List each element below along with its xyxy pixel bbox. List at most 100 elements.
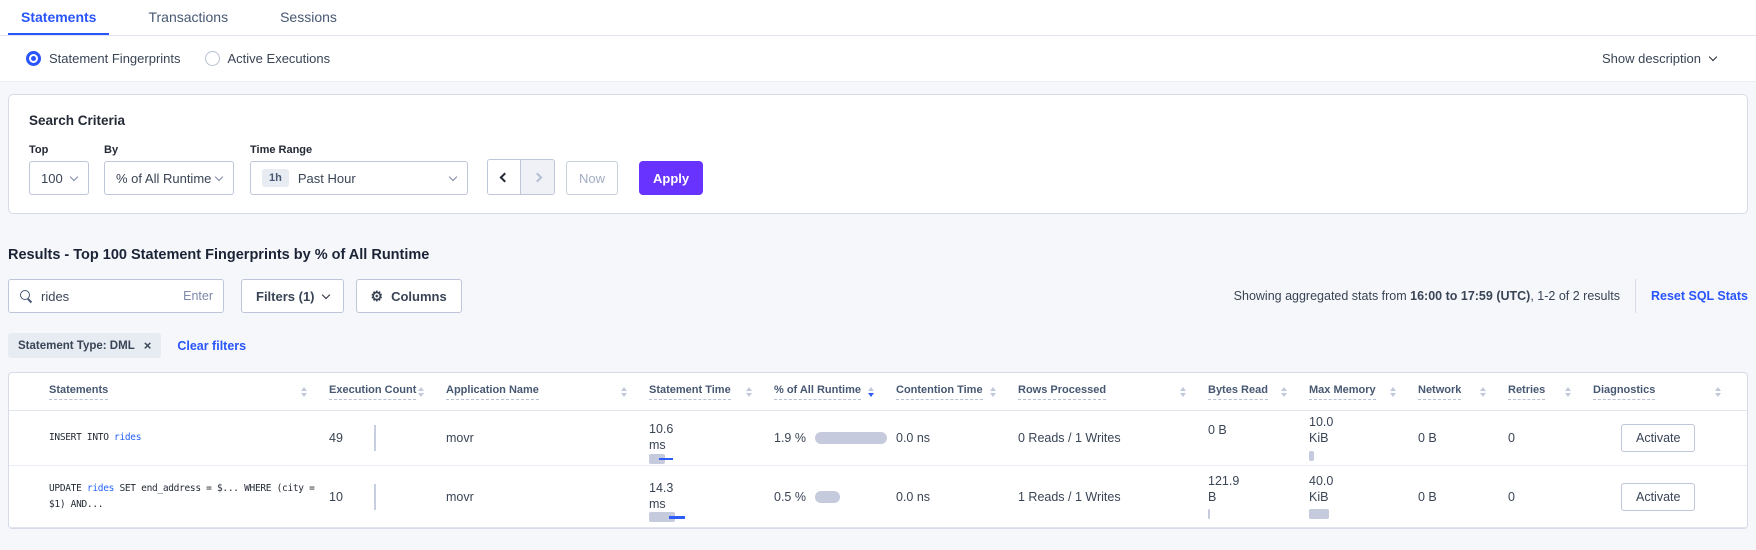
col-header-application-name[interactable]: Application Name (446, 384, 649, 400)
sort-icon[interactable] (1281, 387, 1287, 397)
statement-fingerprint[interactable]: INSERT INTO rides (49, 430, 329, 445)
execution-count-cell: 49 (329, 425, 446, 451)
apply-button[interactable]: Apply (639, 161, 703, 195)
search-criteria-controls: Top 100 By % of All Runtime Time Range (29, 144, 1727, 195)
time-range-badge: 1h (262, 169, 289, 187)
col-header-statement-time[interactable]: Statement Time (649, 384, 774, 400)
rows-processed-cell: 1 Reads / 1 Writes (1018, 490, 1208, 504)
col-header-statements[interactable]: Statements (49, 384, 329, 400)
time-nav-group (487, 159, 555, 195)
radio-selected-icon (26, 51, 41, 66)
pct-bar (815, 432, 887, 444)
results-heading: Results - Top 100 Statement Fingerprints… (8, 247, 1748, 263)
vertical-divider (1635, 279, 1636, 313)
tab-statements[interactable]: Statements (8, 0, 109, 35)
table-link[interactable]: rides (87, 483, 114, 494)
clear-filters-link[interactable]: Clear filters (177, 339, 246, 353)
col-header-diagnostics[interactable]: Diagnostics (1593, 384, 1743, 400)
col-header-bytes-read[interactable]: Bytes Read (1208, 384, 1309, 400)
radio-statement-fingerprints[interactable]: Statement Fingerprints (26, 51, 181, 66)
top-control: Top 100 (29, 144, 104, 195)
sort-icon[interactable] (1480, 387, 1486, 397)
sort-icon[interactable] (1390, 387, 1396, 397)
statement-time-cell: 14.3ms (649, 481, 774, 512)
gear-icon: ⚙ (371, 289, 384, 303)
aggregated-stats-text: Showing aggregated stats from 16:00 to 1… (1234, 289, 1620, 303)
search-criteria-title: Search Criteria (29, 113, 1727, 128)
sql-activity-page: Statements Transactions Sessions Stateme… (0, 0, 1756, 529)
pct-runtime-cell: 0.5 % (774, 490, 896, 504)
col-header-contention-time[interactable]: Contention Time (896, 384, 1018, 400)
sort-icon[interactable] (1565, 387, 1571, 397)
sort-icon[interactable] (301, 387, 307, 397)
application-name-cell: movr (446, 490, 649, 504)
page-content: Search Criteria Top 100 By % of All Runt… (0, 82, 1756, 529)
col-header-network[interactable]: Network (1418, 384, 1508, 400)
tab-label: Statements (21, 9, 96, 25)
now-button[interactable]: Now (566, 161, 618, 195)
radio-active-executions[interactable]: Active Executions (205, 51, 331, 66)
activate-diagnostics-button[interactable]: Activate (1621, 483, 1695, 511)
tab-label: Transactions (148, 9, 228, 25)
stats-prefix: Showing aggregated stats from (1234, 289, 1411, 303)
close-icon[interactable]: × (144, 339, 152, 352)
chevron-left-icon (499, 172, 509, 182)
columns-button[interactable]: ⚙ Columns (356, 279, 462, 313)
search-input[interactable] (41, 289, 175, 304)
statement-search-box: Enter (8, 279, 224, 313)
show-description-toggle[interactable]: Show description (1602, 51, 1716, 66)
sort-icon[interactable] (418, 387, 424, 397)
activate-diagnostics-button[interactable]: Activate (1621, 424, 1695, 452)
tab-label: Sessions (280, 9, 337, 25)
col-header-max-memory[interactable]: Max Memory (1309, 384, 1418, 400)
col-header-pct-runtime[interactable]: % of All Runtime (774, 384, 896, 400)
reset-sql-stats-link[interactable]: Reset SQL Stats (1651, 289, 1748, 303)
retries-cell: 0 (1508, 490, 1593, 504)
results-controls-row: Enter Filters (1) ⚙ Columns Showing aggr… (8, 279, 1748, 313)
time-next-button[interactable] (521, 160, 554, 194)
view-toggle-strip: Statement Fingerprints Active Executions… (0, 36, 1756, 82)
sort-icon[interactable] (621, 387, 627, 397)
sort-icon-active-desc[interactable] (868, 387, 874, 397)
time-range-select[interactable]: 1h Past Hour (250, 161, 468, 195)
col-header-rows-processed[interactable]: Rows Processed (1018, 384, 1208, 400)
sort-icon[interactable] (990, 387, 996, 397)
time-prev-button[interactable] (488, 160, 521, 194)
radio-unselected-icon (205, 51, 220, 66)
search-enter-label[interactable]: Enter (183, 289, 213, 303)
col-header-retries[interactable]: Retries (1508, 384, 1593, 400)
radio-label: Statement Fingerprints (49, 51, 181, 66)
filters-label: Filters (1) (256, 289, 315, 304)
sort-icon[interactable] (1180, 387, 1186, 397)
network-cell: 0 B (1418, 490, 1508, 504)
time-range-label: Time Range (250, 144, 487, 156)
bar-axis (374, 484, 376, 510)
stats-range: 16:00 to 17:59 (UTC) (1410, 289, 1530, 303)
filter-chip-row: Statement Type: DML × Clear filters (8, 333, 1748, 358)
statement-fingerprint[interactable]: UPDATE rides SET end_address = $... WHER… (49, 481, 329, 511)
col-header-execution-count[interactable]: Execution Count (329, 384, 446, 400)
chevron-down-icon (215, 172, 223, 180)
show-description-label: Show description (1602, 51, 1701, 66)
sort-icon[interactable] (1715, 387, 1721, 397)
sort-icon[interactable] (746, 387, 752, 397)
filters-button[interactable]: Filters (1) (241, 279, 344, 313)
search-icon (19, 289, 33, 303)
table-header-row: Statements Execution Count Application N… (9, 373, 1747, 411)
tab-sessions[interactable]: Sessions (267, 0, 350, 35)
chip-label: Statement Type: DML (18, 340, 135, 352)
chevron-right-icon (533, 172, 543, 182)
max-memory-cell: 10.0KiB (1309, 415, 1418, 460)
top-select[interactable]: 100 (29, 161, 89, 195)
radio-label: Active Executions (228, 51, 331, 66)
columns-label: Columns (391, 289, 447, 304)
chevron-down-icon (70, 172, 78, 180)
chevron-down-icon (321, 290, 329, 298)
statement-time-cell: 10.6ms (649, 422, 774, 453)
tab-transactions[interactable]: Transactions (135, 0, 241, 35)
statement-type-chip: Statement Type: DML × (8, 333, 161, 358)
by-select[interactable]: % of All Runtime (104, 161, 234, 195)
statements-table: Statements Execution Count Application N… (8, 372, 1748, 529)
table-link[interactable]: rides (114, 432, 141, 443)
pct-runtime-cell: 1.9 % (774, 431, 896, 445)
